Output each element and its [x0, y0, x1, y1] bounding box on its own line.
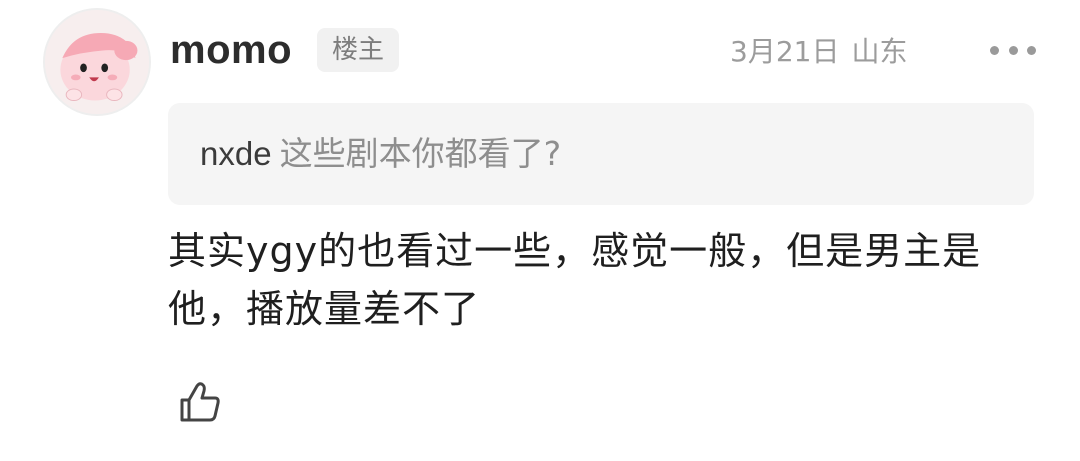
thumbs-up-icon[interactable]	[176, 378, 224, 426]
more-dots-icon[interactable]	[990, 32, 1036, 68]
avatar-image	[45, 10, 149, 114]
post-date: 3月21日	[730, 35, 840, 68]
op-badge: 楼主	[317, 28, 399, 72]
post-location: 山东	[851, 35, 908, 68]
post-meta: 3月21日 山东	[730, 32, 907, 72]
comment-text: 其实ygy的也看过一些，感觉一般，但是男主是他，播放量差不了	[168, 229, 982, 331]
quoted-reply[interactable]: nxde 这些剧本你都看了?	[168, 103, 1034, 205]
avatar[interactable]	[43, 8, 151, 116]
quoted-username[interactable]: nxde	[200, 135, 272, 172]
quoted-text: 这些剧本你都看了?	[279, 134, 562, 173]
username[interactable]: momo	[170, 24, 292, 76]
